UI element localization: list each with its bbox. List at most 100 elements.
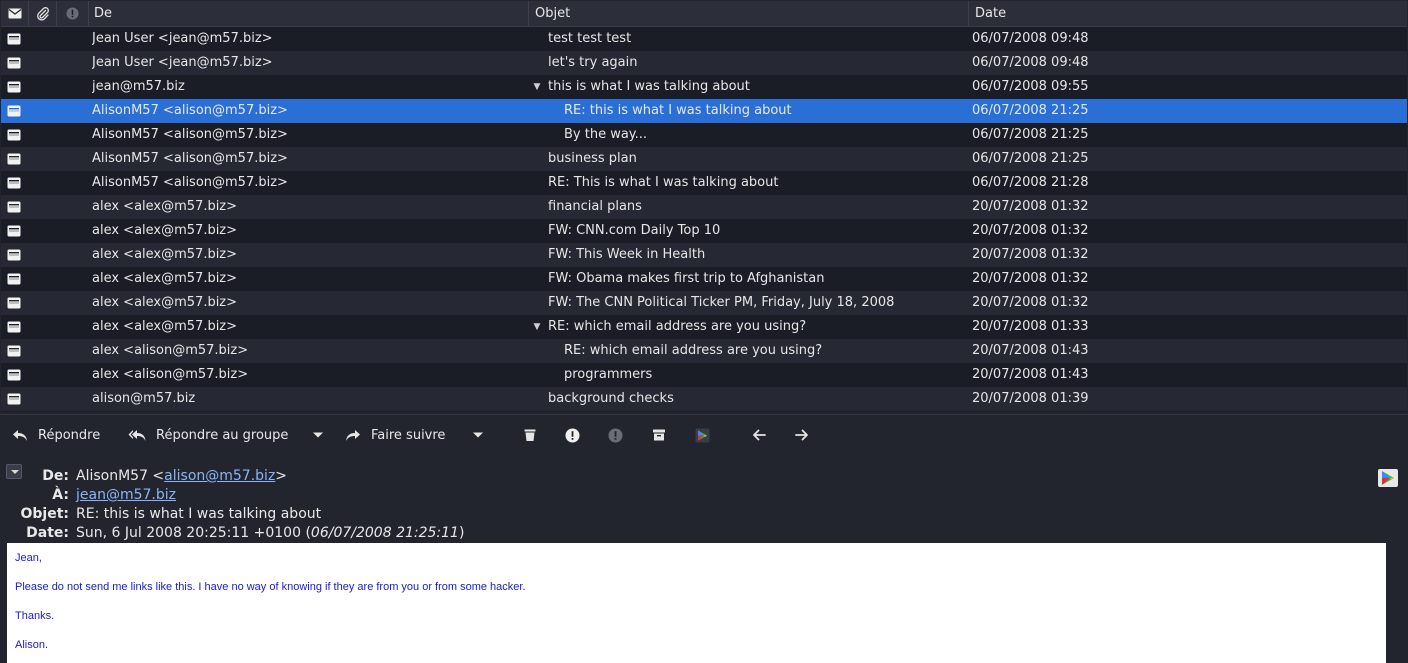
message-subject: FW: The CNN Political Ticker PM, Friday,… <box>548 295 895 310</box>
message-subject: FW: This Week in Health <box>548 247 706 262</box>
message-subject: FW: CNN.com Daily Top 10 <box>548 223 721 238</box>
message-from: AlisonM57 <alison@m57.biz> <box>92 175 288 190</box>
arrow-right-icon <box>795 429 808 441</box>
column-header-from[interactable]: De <box>89 1 529 26</box>
mark-important-button[interactable] <box>565 415 580 455</box>
message-envelope-icon <box>1 243 27 267</box>
body-line: Jean, <box>15 552 42 564</box>
reply-all-icon <box>128 430 146 441</box>
from-value: AlisonM57 <alison@m57.biz> <box>76 468 287 484</box>
trash-icon <box>524 429 536 441</box>
message-from: alex <alex@m57.biz> <box>92 223 238 238</box>
forward-button[interactable]: Faire suivre <box>345 415 445 455</box>
column-header-subject[interactable]: Objet <box>529 1 969 26</box>
message-date: 20/07/2008 01:43 <box>972 367 1089 382</box>
next-message-button[interactable] <box>795 415 809 455</box>
delete-button[interactable] <box>523 415 537 455</box>
date-close: ) <box>458 525 465 541</box>
body-line: Alison. <box>15 639 49 651</box>
archive-button[interactable] <box>652 415 666 455</box>
reply-label: Répondre <box>38 427 101 443</box>
reply-all-dropdown[interactable] <box>312 415 324 455</box>
play-store-button[interactable] <box>695 415 710 455</box>
body-line: Please do not send me links like this. I… <box>15 581 526 593</box>
date-value: Sun, 6 Jul 2008 20:25:11 +0100 (06/07/20… <box>76 525 464 541</box>
paperclip-icon <box>36 6 49 20</box>
message-from: alex <alex@m57.biz> <box>92 319 238 334</box>
thread-expanded-icon[interactable]: ▼ <box>529 75 545 99</box>
date-raw: Sun, 6 Jul 2008 20:25:11 +0100 ( <box>76 525 311 541</box>
mark-not-important-button[interactable] <box>608 415 623 455</box>
message-row[interactable]: AlisonM57 <alison@m57.biz> RE: This is w… <box>1 171 1407 195</box>
forward-icon <box>346 430 360 441</box>
message-from: alex <alex@m57.biz> <box>92 199 238 214</box>
priority-column[interactable] <box>57 1 89 26</box>
message-row[interactable]: alex <alison@m57.biz> RE: which email ad… <box>1 339 1407 363</box>
message-envelope-icon <box>1 339 27 363</box>
previous-message-button[interactable] <box>752 415 766 455</box>
reply-all-button[interactable]: Répondre au groupe <box>128 415 288 455</box>
message-row[interactable]: Jean User <jean@m57.biz> let's try again… <box>1 51 1407 75</box>
message-row[interactable]: alex <alex@m57.biz> FW: CNN.com Daily To… <box>1 219 1407 243</box>
play-store-icon <box>695 428 710 442</box>
forward-dropdown[interactable] <box>472 415 484 455</box>
message-row[interactable]: alex <alison@m57.biz> programmers 20/07/… <box>1 363 1407 387</box>
message-date: 20/07/2008 01:32 <box>972 247 1089 262</box>
message-row[interactable]: alison@m57.biz background checks 20/07/2… <box>1 387 1407 411</box>
reply-button[interactable]: Répondre <box>12 415 100 455</box>
attachment-column[interactable] <box>29 1 57 26</box>
message-subject: FW: Obama makes first trip to Afghanista… <box>548 271 825 286</box>
message-toolbar: Répondre Répondre au groupe Faire suivre <box>0 414 1408 455</box>
message-envelope-icon <box>1 123 27 147</box>
message-date: 06/07/2008 21:25 <box>972 151 1089 166</box>
message-envelope-icon <box>1 315 27 339</box>
play-store-icon[interactable] <box>1378 469 1398 487</box>
message-row[interactable]: alex <alex@m57.biz> FW: This Week in Hea… <box>1 243 1407 267</box>
message-from: AlisonM57 <alison@m57.biz> <box>92 127 288 142</box>
message-from: Jean User <jean@m57.biz> <box>92 55 273 70</box>
message-envelope-icon <box>1 75 27 99</box>
to-value: jean@m57.biz <box>76 487 176 503</box>
message-subject: let's try again <box>548 55 638 70</box>
message-envelope-icon <box>1 27 27 51</box>
to-email-link[interactable]: jean@m57.biz <box>76 487 176 503</box>
message-subject: RE: This is what I was talking about <box>548 175 779 190</box>
message-row[interactable]: alex <alex@m57.biz> FW: Obama makes firs… <box>1 267 1407 291</box>
message-from: AlisonM57 <alison@m57.biz> <box>92 103 288 118</box>
message-row[interactable]: AlisonM57 <alison@m57.biz> By the way...… <box>1 123 1407 147</box>
message-row[interactable]: alex <alex@m57.biz> ▼ RE: which email ad… <box>1 315 1407 339</box>
message-subject: test test test <box>548 31 632 46</box>
message-row-selected[interactable]: AlisonM57 <alison@m57.biz> RE: this is w… <box>1 99 1407 123</box>
arrow-left-icon <box>753 429 766 441</box>
message-row[interactable]: alex <alex@m57.biz> financial plans 20/0… <box>1 195 1407 219</box>
message-row[interactable]: Jean User <jean@m57.biz> test test test … <box>1 27 1407 51</box>
date-local: 06/07/2008 21:25:11 <box>310 525 459 541</box>
message-envelope-icon <box>1 195 27 219</box>
from-label: De: <box>42 468 69 484</box>
message-envelope-icon <box>1 363 27 387</box>
subject-value: RE: this is what I was talking about <box>76 506 322 522</box>
column-header-date[interactable]: Date <box>969 1 1407 26</box>
message-envelope-icon <box>1 171 27 195</box>
message-date: 20/07/2008 01:39 <box>972 391 1089 406</box>
message-row[interactable]: jean@m57.biz ▼ this is what I was talkin… <box>1 75 1407 99</box>
envelope-icon <box>8 8 21 19</box>
message-from: alex <alison@m57.biz> <box>92 367 249 382</box>
message-from: AlisonM57 <alison@m57.biz> <box>92 151 288 166</box>
read-status-column[interactable] <box>1 1 29 26</box>
message-date: 06/07/2008 21:25 <box>972 127 1089 142</box>
message-from: alex <alex@m57.biz> <box>92 247 238 262</box>
message-list: De Objet Date Jean User <jean@m57.biz> t… <box>1 1 1407 412</box>
forward-label: Faire suivre <box>371 427 446 443</box>
message-row[interactable]: AlisonM57 <alison@m57.biz> business plan… <box>1 147 1407 171</box>
message-subject: background checks <box>548 391 674 406</box>
thread-expanded-icon[interactable]: ▼ <box>529 315 545 339</box>
not-important-icon <box>608 428 623 442</box>
message-from: alex <alex@m57.biz> <box>92 271 238 286</box>
message-row[interactable]: alex <alex@m57.biz> FW: The CNN Politica… <box>1 291 1407 315</box>
message-date: 20/07/2008 01:32 <box>972 271 1089 286</box>
message-date: 06/07/2008 21:25 <box>972 103 1089 118</box>
message-header-pane: De: AlisonM57 <alison@m57.biz> À: jean@m… <box>0 455 1408 543</box>
message-envelope-icon <box>1 147 27 171</box>
from-email-link[interactable]: alison@m57.biz <box>164 468 275 484</box>
